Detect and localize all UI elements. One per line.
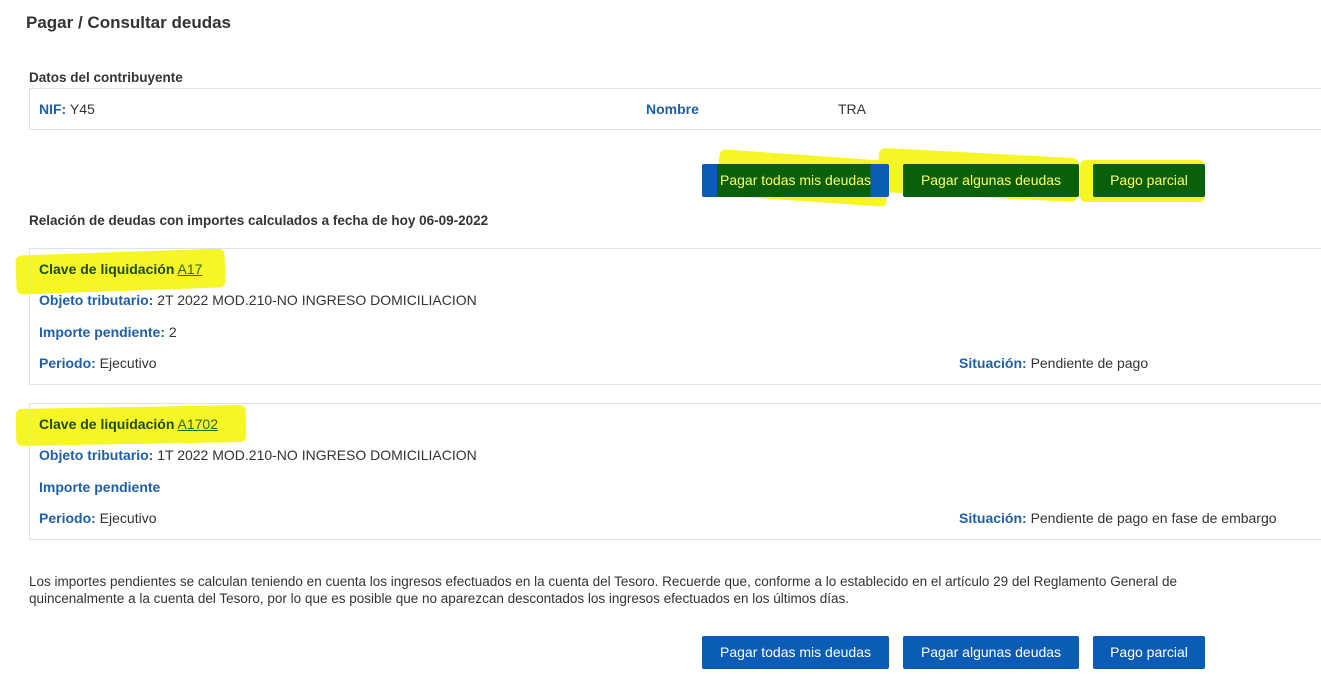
taxpayer-box: NIF: Y45 Nombre TRA xyxy=(29,88,1321,130)
situacion-label: Situación: xyxy=(959,355,1027,371)
situacion-row: Situación: Pendiente de pago xyxy=(959,355,1148,371)
pay-all-button[interactable]: Pagar todas mis deudas xyxy=(702,636,889,669)
nif-row: NIF: Y45 xyxy=(39,101,95,117)
situacion-label: Situación: xyxy=(959,510,1027,526)
bottom-action-buttons: Pagar todas mis deudas Pagar algunas deu… xyxy=(702,636,1205,669)
debts-header: Relación de deudas con importes calculad… xyxy=(29,213,489,228)
partial-payment-button[interactable]: Pago parcial xyxy=(1093,636,1205,669)
top-action-buttons: Pagar todas mis deudas Pagar algunas deu… xyxy=(702,164,1205,197)
clave-row: Clave de liquidación A17 xyxy=(39,261,202,277)
clave-label: Clave de liquidación xyxy=(39,416,175,432)
nif-label: NIF: xyxy=(39,101,67,117)
periodo-row: Periodo: Ejecutivo xyxy=(39,510,156,526)
debt-card: Clave de liquidación A17 Objeto tributar… xyxy=(29,248,1321,385)
objeto-row: Objeto tributario: 2T 2022 MOD.210-NO IN… xyxy=(39,292,477,308)
objeto-label: Objeto tributario: xyxy=(39,292,154,308)
partial-payment-button[interactable]: Pago parcial xyxy=(1093,164,1205,197)
importe-value: 2 xyxy=(168,324,177,340)
objeto-label: Objeto tributario: xyxy=(39,447,154,463)
nif-value: Y45 xyxy=(69,101,95,117)
clave-link[interactable]: A1702 xyxy=(178,416,218,432)
periodo-row: Periodo: Ejecutivo xyxy=(39,355,156,371)
info-note-line: quincenalmente a la cuenta del Tesoro, p… xyxy=(29,591,850,606)
name-value-row: TRA xyxy=(838,101,866,117)
periodo-value: Ejecutivo xyxy=(99,510,157,526)
situacion-value: Pendiente de pago en fase de embargo xyxy=(1030,510,1277,526)
objeto-value: 1T 2022 MOD.210-NO INGRESO DOMICILIACION xyxy=(157,447,477,463)
objeto-row: Objeto tributario: 1T 2022 MOD.210-NO IN… xyxy=(39,447,477,463)
redaction xyxy=(701,91,841,129)
pay-some-button[interactable]: Pagar algunas deudas xyxy=(903,636,1079,669)
page-title: Pagar / Consultar deudas xyxy=(26,13,231,32)
objeto-value: 2T 2022 MOD.210-NO INGRESO DOMICILIACION xyxy=(157,292,477,308)
pay-some-button[interactable]: Pagar algunas deudas xyxy=(903,164,1079,197)
clave-label: Clave de liquidación xyxy=(39,261,175,277)
clave-row: Clave de liquidación A1702 xyxy=(39,416,218,432)
taxpayer-section-label: Datos del contribuyente xyxy=(29,70,183,85)
clave-link[interactable]: A17 xyxy=(178,261,203,277)
name-label: Nombre xyxy=(646,101,699,117)
info-note: Los importes pendientes se calculan teni… xyxy=(29,573,1321,607)
periodo-label: Periodo: xyxy=(39,355,96,371)
info-note-line: Los importes pendientes se calculan teni… xyxy=(29,574,1177,589)
name-row: Nombre xyxy=(646,101,699,117)
importe-row: Importe pendiente xyxy=(39,479,160,495)
periodo-value: Ejecutivo xyxy=(99,355,157,371)
name-value: TRA xyxy=(838,101,866,117)
debt-card: Clave de liquidación A1702 Objeto tribut… xyxy=(29,403,1321,540)
importe-row: Importe pendiente: 2 xyxy=(39,324,177,340)
situacion-value: Pendiente de pago xyxy=(1030,355,1149,371)
importe-label: Importe pendiente: xyxy=(39,324,166,340)
importe-label: Importe pendiente xyxy=(39,479,161,495)
situacion-row: Situación: Pendiente de pago en fase de … xyxy=(959,510,1277,526)
pay-all-button[interactable]: Pagar todas mis deudas xyxy=(702,164,889,197)
periodo-label: Periodo: xyxy=(39,510,96,526)
redaction xyxy=(98,91,154,129)
